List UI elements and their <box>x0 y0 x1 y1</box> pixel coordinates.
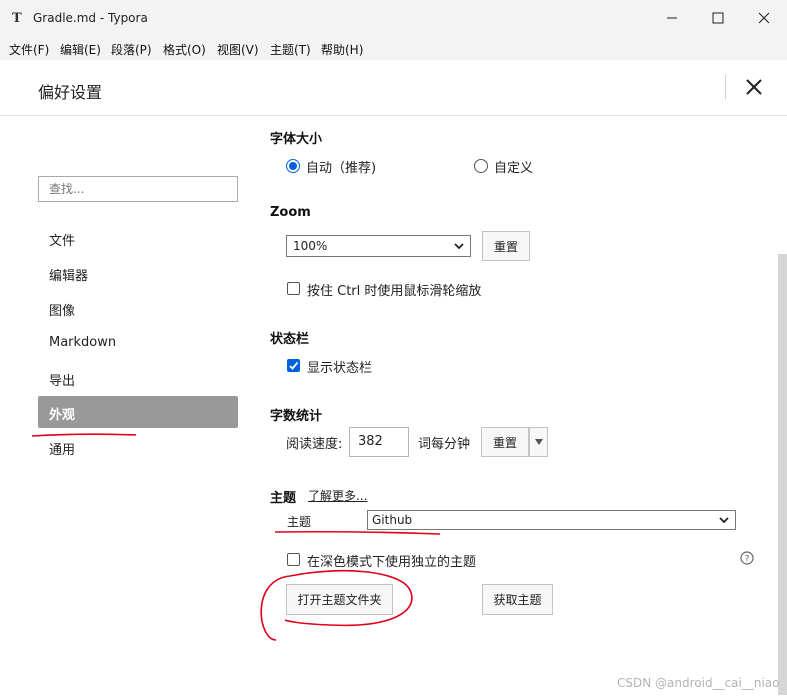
theme-select[interactable]: Github <box>367 510 736 530</box>
help-icon[interactable]: ? <box>740 551 754 565</box>
sidebar-item-label: 导出 <box>49 374 76 389</box>
csdn-watermark: CSDN @android__cai__niao <box>617 676 780 690</box>
zoom-value: 100% <box>293 239 328 253</box>
close-icon <box>758 12 770 24</box>
close-icon <box>746 79 762 95</box>
theme-value: Github <box>372 513 413 527</box>
show-status-bar-label: 显示状态栏 <box>307 361 373 376</box>
sidebar-item-label: 外观 <box>49 408 76 423</box>
window-close-button[interactable] <box>741 0 787 36</box>
word-count-reset-button[interactable]: 重置 <box>481 427 529 457</box>
chevron-down-icon <box>719 517 729 524</box>
sidebar-item-label: 图像 <box>49 304 76 319</box>
header-divider <box>725 75 726 99</box>
section-title-zoom: Zoom <box>270 205 311 220</box>
sidebar-item-markdown[interactable]: Markdown <box>38 327 238 359</box>
section-title-theme: 主题 <box>270 491 297 506</box>
sidebar-item-label: 文件 <box>49 234 76 249</box>
menu-theme[interactable]: 主题(T) <box>270 41 311 58</box>
menu-bar: 文件(F) 编辑(E) 段落(P) 格式(O) 视图(V) 主题(T) 帮助(H… <box>0 36 787 60</box>
menu-paragraph[interactable]: 段落(P) <box>111 41 152 58</box>
preferences-header: 偏好设置 <box>0 60 787 116</box>
title-bar: T Gradle.md - Typora <box>0 0 787 36</box>
zoom-reset-button[interactable]: 重置 <box>482 231 530 261</box>
dialog-title: 偏好设置 <box>38 83 103 102</box>
sidebar-item-editor[interactable]: 编辑器 <box>38 257 238 289</box>
font-size-auto-radio[interactable] <box>286 159 300 173</box>
get-themes-button[interactable]: 获取主题 <box>482 584 553 615</box>
font-size-custom-label: 自定义 <box>494 161 534 176</box>
menu-edit[interactable]: 编辑(E) <box>60 41 101 58</box>
ctrl-wheel-zoom-checkbox[interactable] <box>287 282 300 295</box>
sidebar-item-label: Markdown <box>49 335 117 350</box>
section-title-word-count: 字数统计 <box>270 409 323 424</box>
scrollbar-track[interactable] <box>778 254 787 695</box>
theme-label: 主题 <box>287 515 312 529</box>
word-count-reset-label: 重置 <box>492 435 517 450</box>
sidebar-item-label: 通用 <box>49 443 76 458</box>
zoom-select[interactable]: 100% <box>286 235 471 257</box>
zoom-reset-label: 重置 <box>493 239 518 254</box>
maximize-button[interactable] <box>695 0 741 36</box>
open-theme-folder-label: 打开主题文件夹 <box>297 593 382 607</box>
learn-more-link[interactable]: 了解更多... <box>308 487 367 504</box>
window-title: Gradle.md - Typora <box>33 11 148 25</box>
reading-speed-input[interactable]: 382 <box>349 427 409 457</box>
reading-speed-label: 阅读速度: <box>286 437 343 452</box>
show-status-bar-checkbox[interactable] <box>287 359 300 372</box>
section-title-font-size: 字体大小 <box>270 132 323 147</box>
menu-help[interactable]: 帮助(H) <box>321 41 363 58</box>
menu-format[interactable]: 格式(O) <box>163 41 206 58</box>
open-theme-folder-button[interactable]: 打开主题文件夹 <box>286 584 393 615</box>
sidebar-item-export[interactable]: 导出 <box>38 362 238 394</box>
appearance-settings: 字体大小 自动（推荐) 自定义 Zoom 100% 重置 按住 Ctrl 时使用… <box>250 117 787 695</box>
font-size-custom-radio[interactable] <box>474 159 488 173</box>
checkmark-icon <box>289 361 299 370</box>
sidebar-item-label: 编辑器 <box>49 269 89 284</box>
dark-mode-theme-label: 在深色模式下使用独立的主题 <box>307 555 477 570</box>
sidebar-item-general[interactable]: 通用 <box>38 431 238 463</box>
help-glyph: ? <box>745 555 750 565</box>
sidebar-item-appearance[interactable]: 外观 <box>38 396 238 428</box>
sidebar-item-file[interactable]: 文件 <box>38 222 238 254</box>
chevron-down-icon <box>454 243 464 250</box>
preferences-sidebar: 文件 编辑器 图像 Markdown 导出 外观 通用 <box>0 117 250 695</box>
reading-speed-value: 382 <box>358 434 383 449</box>
typora-app-icon: T <box>12 11 22 26</box>
sidebar-item-image[interactable]: 图像 <box>38 292 238 324</box>
maximize-icon <box>712 12 724 24</box>
word-count-options-dropdown[interactable] <box>529 427 548 457</box>
dark-mode-theme-checkbox[interactable] <box>287 553 300 566</box>
words-per-minute-label: 词每分钟 <box>418 437 471 452</box>
font-size-auto-label: 自动（推荐) <box>306 161 377 176</box>
get-themes-label: 获取主题 <box>493 593 542 607</box>
ctrl-wheel-zoom-label: 按住 Ctrl 时使用鼠标滑轮缩放 <box>307 284 482 299</box>
caret-down-icon <box>534 439 543 445</box>
menu-file[interactable]: 文件(F) <box>9 41 49 58</box>
section-title-status-bar: 状态栏 <box>270 332 310 347</box>
dialog-close-button[interactable] <box>742 75 766 99</box>
menu-view[interactable]: 视图(V) <box>217 41 259 58</box>
minimize-icon <box>667 17 677 19</box>
minimize-button[interactable] <box>649 0 695 36</box>
search-input[interactable] <box>38 176 238 202</box>
